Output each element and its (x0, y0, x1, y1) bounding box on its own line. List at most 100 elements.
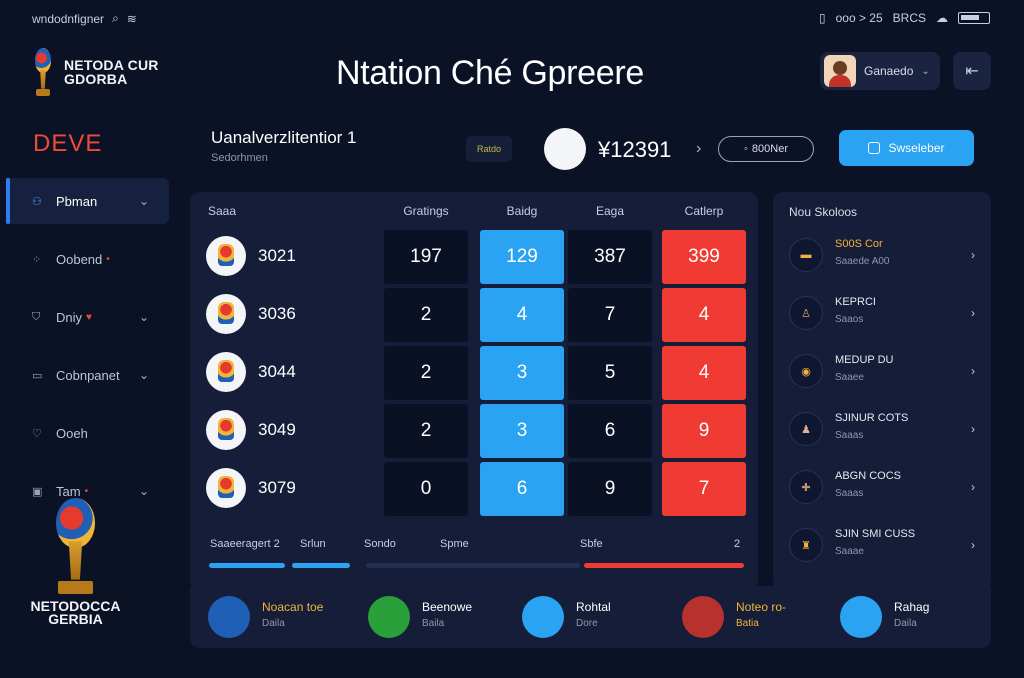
column-header[interactable]: Eaga (568, 204, 652, 218)
team-score: 3021 (258, 246, 296, 265)
legend-label: Saaeeragert 2 (210, 538, 280, 550)
list-item-subtitle: Saaos (835, 314, 864, 325)
table-cell: 4 (662, 288, 746, 342)
chevron-right-icon[interactable]: › (971, 480, 975, 494)
footer-item[interactable]: Rahag Daila (840, 596, 970, 638)
notification-dot: • (106, 253, 110, 265)
cloud-icon: ☁ (936, 11, 948, 25)
list-item-title: MEDUP DU (835, 354, 894, 366)
footer-item[interactable]: Beenowe Baila (368, 596, 498, 638)
logout-button[interactable]: ⇤ (953, 52, 991, 90)
list-item[interactable]: ✚ ABGN COCS Saaas › (789, 468, 975, 508)
calendar-icon: ▭ (32, 369, 43, 382)
legend-label: Spme (440, 538, 469, 550)
list-item-title: SJIN SMI CUSS (835, 528, 916, 540)
list-item-subtitle: Saaas (835, 488, 864, 499)
status-right: ▯ ooo > 25 BRCS ☁ (819, 11, 990, 25)
heart-icon: ♡ (32, 427, 42, 440)
legend-label: Sbfe (580, 538, 603, 550)
user-menu[interactable]: Ganaedo ⌄ (820, 52, 940, 90)
chevron-right-icon[interactable]: › (971, 306, 975, 320)
chevron-right-icon[interactable]: › (971, 248, 975, 262)
table-cell: 197 (384, 230, 468, 284)
table-cell: 2 (384, 288, 468, 342)
footer-item[interactable]: Rohtal Dore (522, 596, 652, 638)
shield-icon: ⛉ (32, 310, 41, 323)
list-item[interactable]: ▬ S00S Cor Saaede A00 › (789, 236, 975, 276)
table-row[interactable]: 3079 (206, 466, 296, 510)
chevron-right-icon[interactable]: › (971, 422, 975, 436)
footer-item-title: Beenowe (422, 600, 473, 614)
news-panel: Nou Skoloos ▬ S00S Cor Saaede A00 › ♙ KE… (773, 192, 991, 590)
table-cell: 3 (480, 404, 564, 458)
pill-label: 800Ner (751, 143, 788, 155)
footer-item[interactable]: Noteo ro- Batia (682, 596, 822, 638)
table-cell: 4 (662, 346, 746, 400)
search-icon[interactable]: ⌕ (112, 11, 119, 26)
square-icon (868, 142, 881, 154)
list-item-subtitle: Saaede A00 (835, 256, 890, 267)
sidebar-item-cobnpanet[interactable]: ▭ Cobnpanet ⌄ (6, 352, 169, 398)
table-row[interactable]: 3049 (206, 408, 296, 452)
team-logo-icon (206, 294, 246, 334)
list-item[interactable]: ◉ MEDUP DU Saaee › (789, 352, 975, 392)
team-score: 3049 (258, 420, 296, 439)
trophy-logo-icon (30, 48, 56, 96)
card-icon: ▣ (32, 485, 43, 498)
chevron-down-icon[interactable]: ⌄ (139, 484, 149, 498)
player-icon: ◉ (789, 354, 823, 388)
filter-pill[interactable]: ◦ 800Ner (718, 136, 814, 162)
chevron-right-icon[interactable]: › (971, 538, 975, 552)
team-logo-icon (206, 236, 246, 276)
chevron-down-icon[interactable]: ⌄ (139, 194, 149, 208)
brand[interactable]: NETODA CUR GDORBA (30, 48, 159, 96)
column-header[interactable]: Saaa (208, 204, 236, 218)
progress-bar-segment (209, 563, 285, 568)
summary-subtitle: Sedorhmen (211, 152, 268, 164)
table-row[interactable]: 3044 (206, 350, 296, 394)
footer-item[interactable]: Noacan toe Daila (208, 596, 348, 638)
chevron-right-icon[interactable]: › (971, 364, 975, 378)
sidebar-item-label: Oobend (56, 251, 103, 267)
table-row[interactable]: 3021 (206, 234, 296, 278)
list-item-subtitle: Saaae (835, 546, 864, 557)
sidebar-item-ooeh[interactable]: ♡ Ooeh (6, 410, 169, 456)
footer-item-subtitle: Dore (576, 618, 598, 629)
footer-item-title: Noteo ro- (736, 600, 787, 614)
table-row[interactable]: 3036 (206, 292, 296, 336)
list-item-title: S00S Cor (835, 238, 883, 250)
trophy-logo-icon (45, 498, 107, 594)
column-header[interactable]: Baidg (480, 204, 564, 218)
list-item[interactable]: ♟ SJINUR COTS Saaas › (789, 410, 975, 450)
table-cell: 4 (480, 288, 564, 342)
chevron-down-icon[interactable]: ⌄ (139, 310, 149, 324)
panel-title: Nou Skoloos (789, 205, 858, 219)
list-item[interactable]: ♙ KEPRCI Saaos › (789, 294, 975, 334)
footer-item-subtitle: Batia (736, 618, 759, 629)
sidebar-item-dniy[interactable]: ⛉ Dniy ♥ ⌄ (6, 294, 169, 340)
table-cell: 7 (662, 462, 746, 516)
table-cell: 6 (480, 462, 564, 516)
team-logo-icon (206, 352, 246, 392)
table-cell: 9 (662, 404, 746, 458)
player-avatar-icon (840, 596, 882, 638)
primary-action-button[interactable]: Swseleber (839, 130, 974, 166)
total-amount: ¥12391 (598, 137, 672, 162)
list-item-subtitle: Saaas (835, 430, 864, 441)
sidebar-item-label: Dniy (56, 309, 83, 325)
brand-name: NETODA CUR GDORBA (64, 58, 159, 86)
sidebar-item-pbman[interactable]: ⚇ Pbman ⌄ (6, 178, 169, 224)
chevron-down-icon[interactable]: ⌄ (139, 368, 149, 382)
column-header[interactable]: Gratings (384, 204, 468, 218)
team-score: 3079 (258, 478, 296, 497)
table-cell: 6 (568, 404, 652, 458)
chevron-right-icon[interactable]: › (696, 140, 701, 158)
table-cell: 399 (662, 230, 746, 284)
phone-icon: ▯ (819, 11, 826, 25)
status-left: wndodnfigner ⌕ ≋ (32, 11, 137, 26)
list-item[interactable]: ♜ SJIN SMI CUSS Saaae › (789, 526, 975, 566)
column-header[interactable]: Catlerp (662, 204, 746, 218)
sidebar-item-oobend[interactable]: ⁘ Oobend • (6, 236, 169, 282)
status-badge[interactable]: Ratdo (466, 136, 512, 162)
sidebar-item-label: Ooeh (56, 425, 88, 441)
